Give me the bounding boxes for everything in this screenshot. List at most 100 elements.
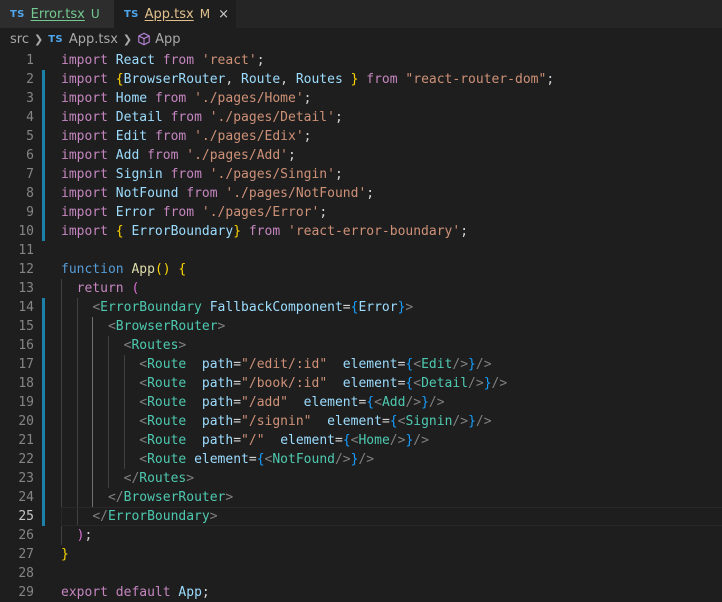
code-line[interactable]: 7 import Signin from './pages/Singin'; bbox=[0, 165, 722, 184]
line-number: 4 bbox=[26, 110, 34, 125]
line-number: 2 bbox=[26, 72, 34, 87]
code-line[interactable]: 21 <Route path="/" element={<Home/>}/> bbox=[0, 431, 722, 450]
code-line[interactable]: 6 import Add from './pages/Add'; bbox=[0, 146, 722, 165]
line-number: 19 bbox=[18, 395, 34, 410]
modified-line-marker bbox=[42, 431, 45, 450]
code-line[interactable]: 16 <Routes> bbox=[0, 336, 722, 355]
code-text: <Route element={<NotFound/>}/> bbox=[139, 452, 375, 467]
code-line[interactable]: 3 import Home from './pages/Home'; bbox=[0, 89, 722, 108]
git-status-badge: U bbox=[90, 7, 100, 21]
modified-line-marker bbox=[42, 89, 45, 108]
line-number: 5 bbox=[26, 129, 34, 144]
code-line[interactable]: 5 import Edit from './pages/Edix'; bbox=[0, 127, 722, 146]
line-number: 26 bbox=[18, 528, 34, 543]
code-text: import Signin from './pages/Singin'; bbox=[61, 167, 343, 182]
code-line[interactable]: 24 </BrowserRouter> bbox=[0, 488, 722, 507]
line-number: 7 bbox=[26, 167, 34, 182]
code-line[interactable]: 14 <ErrorBoundary FallbackComponent={Err… bbox=[0, 298, 722, 317]
modified-line-marker bbox=[42, 317, 45, 336]
tab-label: Error.tsx bbox=[30, 6, 85, 22]
code-text: import NotFound from './pages/NotFound'; bbox=[61, 186, 375, 201]
line-number: 27 bbox=[18, 547, 34, 562]
code-text: <Route path="/signin" element={<Signin/>… bbox=[139, 414, 492, 429]
modified-line-marker bbox=[42, 336, 45, 355]
tab-error-tsx[interactable]: TS Error.tsx U bbox=[0, 0, 114, 28]
code-line[interactable]: 22 <Route element={<NotFound/>}/> bbox=[0, 450, 722, 469]
code-line[interactable]: 25 </ErrorBoundary> bbox=[0, 507, 722, 526]
code-line[interactable]: 18 <Route path="/book/:id" element={<Det… bbox=[0, 374, 722, 393]
line-number: 18 bbox=[18, 376, 34, 391]
code-line[interactable]: 17 <Route path="/edit/:id" element={<Edi… bbox=[0, 355, 722, 374]
chevron-right-icon: ❯ bbox=[122, 32, 133, 46]
modified-line-marker bbox=[42, 127, 45, 146]
line-number: 22 bbox=[18, 452, 34, 467]
code-text: export default App; bbox=[61, 585, 210, 600]
line-number: 14 bbox=[18, 300, 34, 315]
typescript-file-icon: TS bbox=[48, 33, 63, 45]
code-line[interactable]: 23 </Routes> bbox=[0, 469, 722, 488]
code-text: <Route path="/edit/:id" element={<Edit/>… bbox=[139, 357, 492, 372]
code-line[interactable]: 10 import { ErrorBoundary} from 'react-er… bbox=[0, 222, 722, 241]
modified-line-marker bbox=[42, 469, 45, 488]
modified-line-marker bbox=[42, 184, 45, 203]
line-number: 6 bbox=[26, 148, 34, 163]
tab-label: App.tsx bbox=[144, 6, 194, 22]
typescript-file-icon: TS bbox=[124, 8, 139, 20]
line-number: 23 bbox=[18, 471, 34, 486]
code-line[interactable]: 11 bbox=[0, 241, 722, 260]
typescript-file-icon: TS bbox=[10, 8, 25, 20]
tab-app-tsx[interactable]: TS App.tsx M × bbox=[114, 0, 236, 28]
modified-line-marker bbox=[42, 355, 45, 374]
line-number: 10 bbox=[18, 224, 34, 239]
code-line[interactable]: 28 bbox=[0, 564, 722, 583]
code-text: import Add from './pages/Add'; bbox=[61, 148, 296, 163]
code-text: <ErrorBoundary FallbackComponent={Error}… bbox=[92, 300, 414, 315]
code-line[interactable]: 2 import {BrowserRouter, Route, Routes } … bbox=[0, 70, 722, 89]
code-text: <Routes> bbox=[123, 338, 187, 353]
breadcrumb-symbol[interactable]: App bbox=[155, 32, 180, 47]
line-number: 1 bbox=[26, 53, 34, 68]
line-number: 15 bbox=[18, 319, 34, 334]
code-line[interactable]: 9 import Error from './pages/Error'; bbox=[0, 203, 722, 222]
code-text: </BrowserRouter> bbox=[107, 490, 234, 505]
code-text: <BrowserRouter> bbox=[107, 319, 226, 334]
code-text: ); bbox=[76, 528, 93, 543]
code-text: import Detail from './pages/Detail'; bbox=[61, 110, 343, 125]
git-status-badge: M bbox=[199, 7, 211, 21]
breadcrumb: src ❯ TS App.tsx ❯ App bbox=[0, 28, 722, 50]
code-line[interactable]: 19 <Route path="/add" element={<Add/>}/> bbox=[0, 393, 722, 412]
code-line[interactable]: 15 <BrowserRouter> bbox=[0, 317, 722, 336]
modified-line-marker bbox=[42, 203, 45, 222]
line-number: 3 bbox=[26, 91, 34, 106]
code-line[interactable]: 20 <Route path="/signin" element={<Signi… bbox=[0, 412, 722, 431]
line-number: 20 bbox=[18, 414, 34, 429]
code-line[interactable]: 1 import React from 'react'; bbox=[0, 51, 722, 70]
chevron-right-icon: ❯ bbox=[33, 32, 44, 46]
code-line[interactable]: 27} bbox=[0, 545, 722, 564]
code-line[interactable]: 8 import NotFound from './pages/NotFound'… bbox=[0, 184, 722, 203]
modified-line-marker bbox=[42, 165, 45, 184]
code-line[interactable]: 4 import Detail from './pages/Detail'; bbox=[0, 108, 722, 127]
line-number: 28 bbox=[18, 566, 34, 581]
code-text: import Home from './pages/Home'; bbox=[61, 91, 312, 106]
line-number: 16 bbox=[18, 338, 34, 353]
modified-line-marker bbox=[42, 222, 45, 241]
editor-tab-bar: TS Error.tsx U TS App.tsx M × bbox=[0, 0, 722, 28]
code-line[interactable]: 29 export default App; bbox=[0, 583, 722, 602]
code-text: import React from 'react'; bbox=[61, 53, 265, 68]
code-editor[interactable]: 1 import React from 'react'; 2 import {Brow… bbox=[0, 51, 722, 600]
code-text: </Routes> bbox=[123, 471, 195, 486]
code-text: import {BrowserRouter, Route, Routes } f… bbox=[61, 72, 555, 87]
code-text: </ErrorBoundary> bbox=[92, 509, 218, 524]
code-line[interactable]: 12 function App() { bbox=[0, 260, 722, 279]
breadcrumb-folder[interactable]: src bbox=[10, 32, 29, 47]
modified-line-marker bbox=[42, 507, 45, 526]
code-line[interactable]: 26 ); bbox=[0, 526, 722, 545]
close-icon[interactable]: × bbox=[218, 7, 229, 22]
code-text: <Route path="/add" element={<Add/>}/> bbox=[139, 395, 445, 410]
breadcrumb-file[interactable]: App.tsx bbox=[69, 32, 118, 47]
modified-line-marker bbox=[42, 393, 45, 412]
line-number: 13 bbox=[18, 281, 34, 296]
code-text: function App() { bbox=[61, 262, 187, 277]
code-line[interactable]: 13 return ( bbox=[0, 279, 722, 298]
